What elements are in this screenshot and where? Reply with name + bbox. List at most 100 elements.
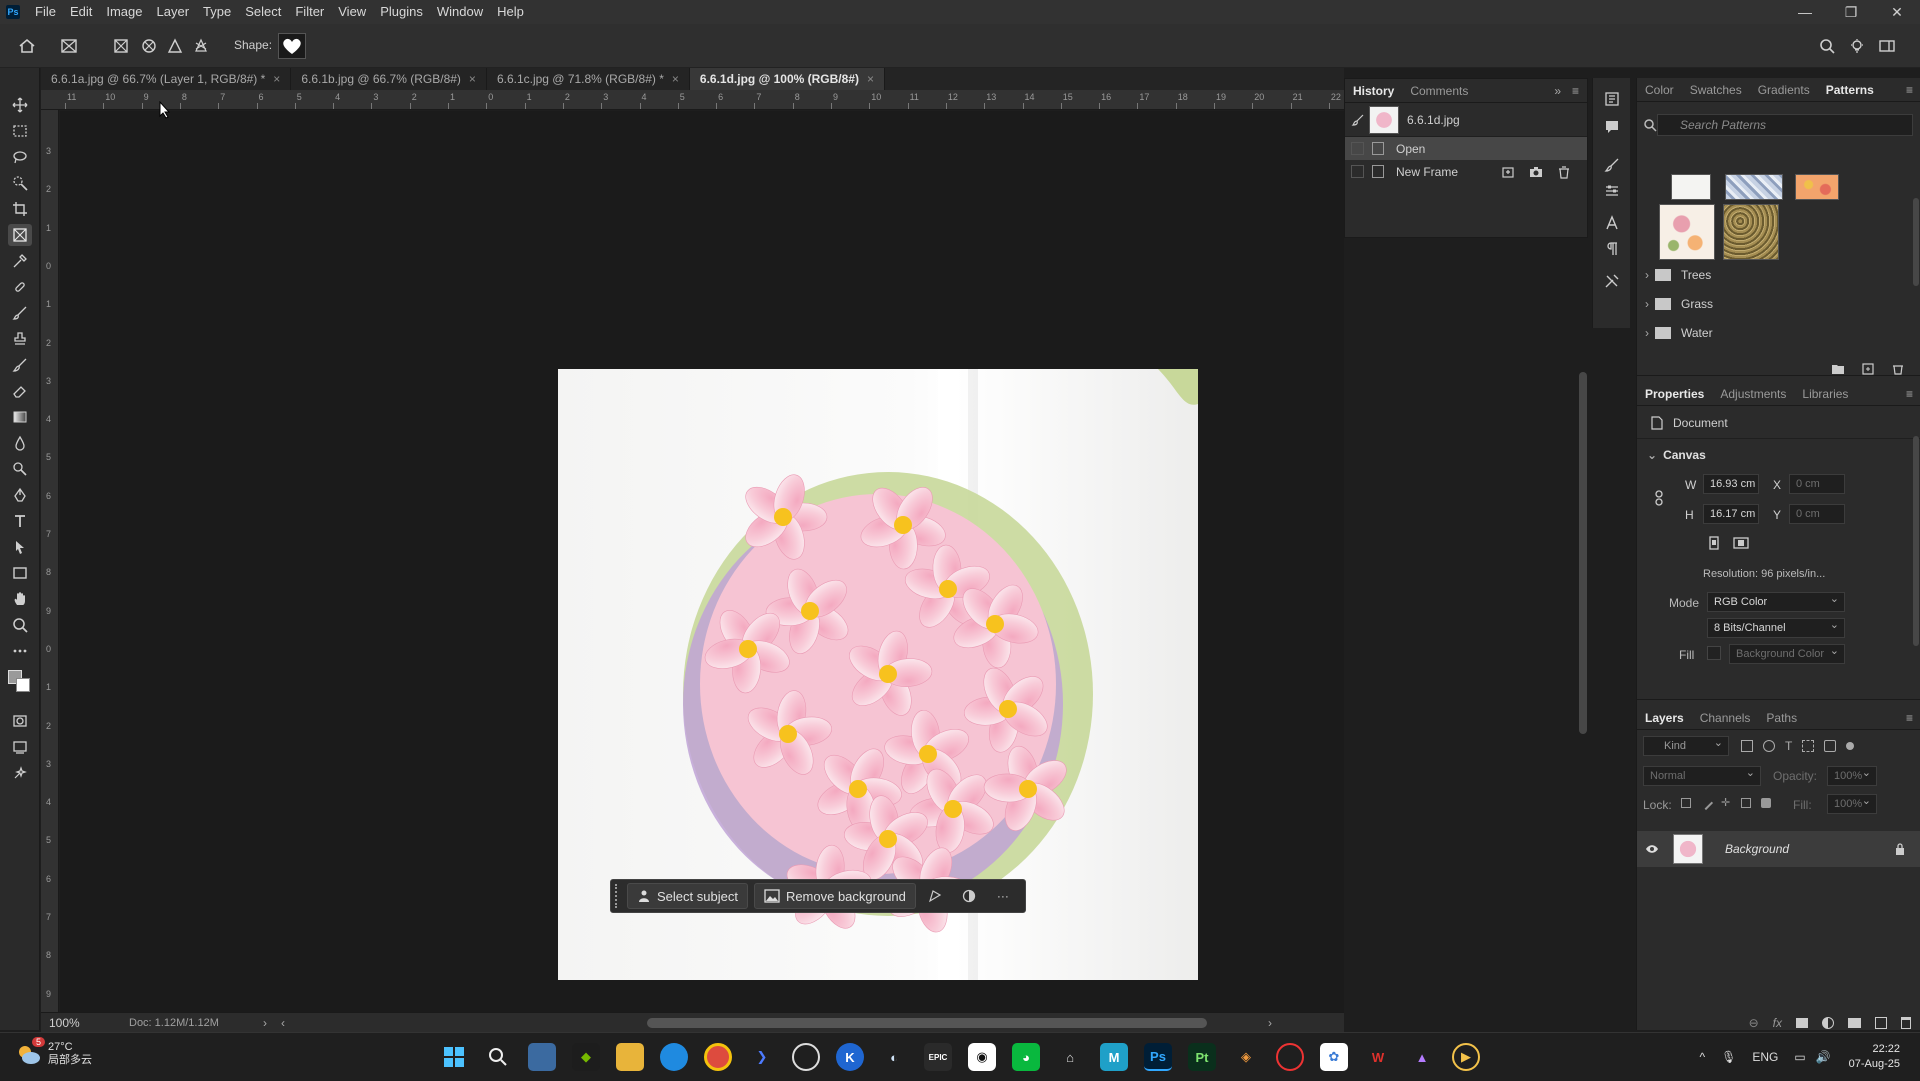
tab-properties[interactable]: Properties bbox=[1637, 382, 1712, 406]
shape-filter-icon[interactable] bbox=[1802, 740, 1815, 752]
pattern-swatch[interactable] bbox=[1795, 174, 1839, 200]
lightbulb-icon[interactable] bbox=[1846, 35, 1868, 57]
hand-tool-icon[interactable] bbox=[8, 588, 32, 610]
pattern-swatch[interactable] bbox=[1659, 204, 1715, 260]
layer-name[interactable]: Background bbox=[1725, 842, 1789, 856]
app-icon[interactable]: ✿ bbox=[1320, 1043, 1348, 1071]
network-icon[interactable]: ▭ bbox=[1794, 1050, 1805, 1064]
qq-app-icon[interactable]: ◉ bbox=[968, 1043, 996, 1071]
brush-settings-icon[interactable] bbox=[1601, 154, 1623, 176]
panel-menu-icon[interactable]: ≡ bbox=[1572, 84, 1579, 98]
panel-menu-icon[interactable]: ≡ bbox=[1906, 83, 1913, 97]
new-adjustment-icon[interactable] bbox=[1822, 1017, 1834, 1029]
path-selection-tool-icon[interactable] bbox=[8, 536, 32, 558]
pattern-swatch[interactable] bbox=[1723, 204, 1779, 260]
eyedropper-tool-icon[interactable] bbox=[8, 250, 32, 272]
trash-icon[interactable] bbox=[1891, 363, 1905, 375]
select-subject-button[interactable]: Select subject bbox=[627, 883, 748, 909]
edge-browser-icon[interactable] bbox=[660, 1043, 688, 1071]
document-info[interactable]: Doc: 1.12M/1.12M bbox=[129, 1017, 219, 1029]
folder-grass[interactable]: › Grass bbox=[1645, 293, 1713, 315]
search-icon[interactable] bbox=[484, 1043, 512, 1071]
tab-libraries[interactable]: Libraries bbox=[1794, 382, 1856, 406]
tab-layers[interactable]: Layers bbox=[1637, 706, 1692, 730]
menu-select[interactable]: Select bbox=[238, 0, 288, 24]
app-icon[interactable] bbox=[792, 1043, 820, 1071]
wps-app-icon[interactable]: W bbox=[1364, 1043, 1392, 1071]
tab-color[interactable]: Color bbox=[1637, 78, 1682, 102]
app-icon[interactable]: ◈ bbox=[1232, 1043, 1260, 1071]
pixel-filter-icon[interactable] bbox=[1741, 740, 1753, 752]
history-source-box[interactable] bbox=[1351, 142, 1364, 155]
pattern-swatch[interactable] bbox=[1725, 174, 1783, 200]
drag-handle[interactable] bbox=[615, 884, 621, 908]
comments-icon[interactable] bbox=[1601, 116, 1623, 138]
menu-window[interactable]: Window bbox=[430, 0, 490, 24]
link-icon[interactable] bbox=[1653, 490, 1665, 506]
close-icon[interactable]: × bbox=[469, 72, 476, 86]
trash-icon[interactable] bbox=[1901, 1017, 1911, 1029]
move-tool-icon[interactable] bbox=[8, 94, 32, 116]
lock-position-icon[interactable]: ✛ bbox=[1721, 798, 1731, 809]
lock-all-icon[interactable] bbox=[1761, 798, 1771, 808]
vertical-scrollbar[interactable] bbox=[1579, 372, 1587, 734]
menu-layer[interactable]: Layer bbox=[150, 0, 197, 24]
fill-field[interactable]: 100% bbox=[1827, 792, 1877, 814]
screen-mode-icon[interactable] bbox=[8, 736, 32, 758]
blur-tool-icon[interactable] bbox=[8, 432, 32, 454]
paragraph-icon[interactable] bbox=[1601, 238, 1623, 260]
menu-plugins[interactable]: Plugins bbox=[373, 0, 430, 24]
canvas-section-header[interactable]: ⌄ Canvas bbox=[1647, 448, 1706, 462]
lock-artboard-icon[interactable] bbox=[1741, 798, 1751, 808]
triangle-frame-icon[interactable] bbox=[164, 35, 186, 57]
scroll-left-icon[interactable]: ‹ bbox=[281, 1016, 285, 1030]
type-tool-icon[interactable] bbox=[8, 510, 32, 532]
close-icon[interactable]: × bbox=[867, 72, 874, 86]
close-icon[interactable]: × bbox=[273, 72, 280, 86]
shape-picker[interactable] bbox=[278, 33, 306, 59]
stamp-tool-icon[interactable] bbox=[8, 328, 32, 350]
home-icon[interactable] bbox=[16, 35, 38, 57]
landscape-orientation-icon[interactable] bbox=[1733, 536, 1749, 550]
custom-shape-frame-icon[interactable] bbox=[190, 35, 212, 57]
add-mask-icon[interactable] bbox=[1796, 1018, 1808, 1028]
folder-water[interactable]: › Water bbox=[1645, 322, 1713, 344]
history-snapshot[interactable]: 6.6.1d.jpg bbox=[1345, 103, 1587, 137]
tab-6-6-1a[interactable]: 6.6.1a.jpg @ 66.7% (Layer 1, RGB/8#) * × bbox=[41, 68, 292, 90]
fx-icon[interactable]: fx bbox=[1773, 1016, 1782, 1030]
rectangle-frame-icon[interactable] bbox=[110, 35, 132, 57]
menu-file[interactable]: File bbox=[28, 0, 63, 24]
ellipse-frame-icon[interactable] bbox=[138, 35, 160, 57]
photoshop-taskbar-icon[interactable]: Ps bbox=[1144, 1043, 1172, 1071]
more-tools-icon[interactable] bbox=[8, 640, 32, 662]
file-explorer-icon[interactable] bbox=[616, 1043, 644, 1071]
marquee-tool-icon[interactable] bbox=[8, 120, 32, 142]
lock-icon[interactable] bbox=[1895, 843, 1905, 855]
properties-scrollbar[interactable] bbox=[1913, 436, 1919, 646]
pen-tool-icon[interactable] bbox=[8, 484, 32, 506]
blend-mode-select[interactable]: Normal bbox=[1643, 764, 1761, 786]
weather-widget[interactable]: 5 27°C 局部多云 bbox=[16, 1037, 92, 1067]
menu-edit[interactable]: Edit bbox=[63, 0, 99, 24]
rectangle-tool-icon[interactable] bbox=[8, 562, 32, 584]
tab-gradients[interactable]: Gradients bbox=[1750, 78, 1818, 102]
wechat-icon[interactable]: ◕ bbox=[1012, 1043, 1040, 1071]
visibility-eye-icon[interactable] bbox=[1645, 844, 1659, 854]
history-step-open[interactable]: Open bbox=[1345, 137, 1587, 160]
lock-transparency-icon[interactable] bbox=[1681, 798, 1691, 808]
language-indicator[interactable]: ENG bbox=[1752, 1050, 1778, 1064]
menu-help[interactable]: Help bbox=[490, 0, 531, 24]
new-pattern-icon[interactable] bbox=[1861, 363, 1875, 375]
steam-icon[interactable]: ◐ bbox=[880, 1043, 908, 1071]
tab-history[interactable]: History bbox=[1345, 79, 1402, 103]
search-icon[interactable] bbox=[1816, 35, 1838, 57]
tab-adjustments[interactable]: Adjustments bbox=[1712, 382, 1794, 406]
panel-menu-icon[interactable]: ≡ bbox=[1906, 387, 1913, 401]
type-filter-icon[interactable]: T bbox=[1785, 740, 1792, 752]
clock[interactable]: 22:22 07-Aug-25 bbox=[1849, 1042, 1900, 1072]
frame-tool-active-icon[interactable] bbox=[8, 224, 32, 246]
workspace-icon[interactable] bbox=[1876, 35, 1898, 57]
close-icon[interactable]: × bbox=[672, 72, 679, 86]
generative-icon[interactable] bbox=[8, 762, 32, 784]
menu-filter[interactable]: Filter bbox=[288, 0, 331, 24]
